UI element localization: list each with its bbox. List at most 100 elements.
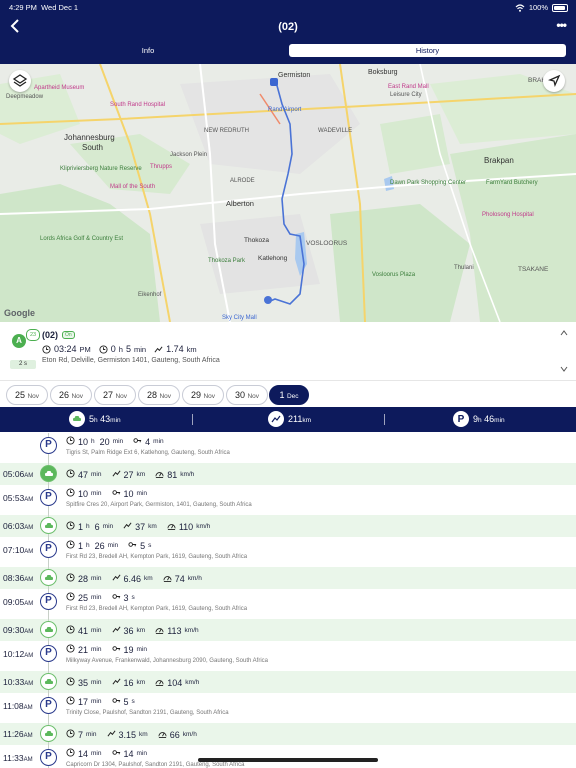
entry-idle-value: 4 — [145, 436, 151, 447]
entry-duration-unit: min — [91, 679, 102, 686]
entry-speed: 66 km/h — [158, 729, 197, 740]
date-chip[interactable]: 30 Nov — [226, 385, 268, 405]
parking-icon: P — [40, 749, 57, 766]
entry-start-time: 05:06AM — [3, 469, 33, 479]
entry-distance-value: 3.15 — [118, 729, 137, 740]
car-icon — [40, 725, 57, 742]
vehicle-distance-unit: km — [186, 344, 197, 354]
map-label: Thulani — [454, 265, 474, 271]
tab-info[interactable]: Info — [10, 44, 286, 57]
map-label: Johannesburg — [64, 133, 115, 142]
chevron-up-icon[interactable] — [560, 330, 568, 336]
entry-duration-unit: min — [91, 646, 102, 653]
entry-start-time: 09:30AM — [3, 625, 33, 635]
map-canvas[interactable]: Germiston Boksburg BRAKPAN Johannesburg … — [0, 64, 576, 322]
vehicle-count-badge: 23 — [26, 329, 40, 341]
date-month: Nov — [159, 393, 172, 400]
park-entry-row[interactable]: 11:33AM P 14 min 14 min Capricorn Dr 1304, Pau… — [0, 745, 576, 768]
entry-start-time: 10:33AM — [3, 677, 33, 687]
summary-divider — [384, 414, 385, 425]
vehicle-duration-h-unit: h — [118, 344, 123, 354]
park-entry-row[interactable]: 10:12AM P 21 min 19 min Milkyway Avenue, Frank… — [0, 641, 576, 671]
map-label: Rand Airport — [268, 107, 302, 113]
status-right: 100% — [515, 3, 568, 12]
speedometer-icon — [155, 677, 164, 688]
key-icon — [111, 488, 121, 499]
map-view[interactable]: Germiston Boksburg BRAKPAN Johannesburg … — [0, 64, 576, 322]
map-label: TSAKANE — [518, 266, 549, 273]
status-time: 4:29 PM — [9, 3, 37, 12]
more-options-button[interactable]: ••• — [556, 18, 567, 32]
map-layers-button[interactable] — [9, 70, 31, 92]
drive-entry-row[interactable]: 11:26AM 7 min 3.15 km 66 km/h — [0, 723, 576, 745]
map-label: Thrupps — [150, 164, 172, 170]
clock-icon — [66, 521, 75, 532]
date-chip[interactable]: 25 Nov — [6, 385, 48, 405]
date-chip[interactable]: 1 Dec — [269, 385, 309, 405]
chevron-down-icon[interactable] — [560, 366, 568, 372]
park-entry-row[interactable]: 07:10AM P 1 h 26 min 5 s First Rd 23, Bredell AH… — [0, 537, 576, 567]
entry-distance-value: 6.46 — [123, 573, 142, 584]
date-month: Nov — [203, 393, 216, 400]
entry-idle-value: 19 — [123, 644, 134, 655]
drive-entry-row[interactable]: 09:30AM 41 min 36 km 113 km/h — [0, 619, 576, 641]
clock-icon — [66, 625, 75, 636]
entry-duration: 14 min — [66, 748, 102, 759]
map-label: Mall of the South — [110, 184, 155, 190]
entry-speed-value: 113 — [167, 625, 182, 636]
map-locate-button[interactable] — [543, 70, 565, 92]
summary-park-m: 46 — [484, 414, 495, 424]
entry-time: 08:36 — [3, 573, 25, 583]
entry-duration-value: 28 — [78, 573, 89, 584]
drive-entry-row[interactable]: 08:36AM 28 min 6.46 km 74 km/h — [0, 567, 576, 589]
summary-park-time: P 9h 46min — [453, 411, 505, 427]
layers-icon — [12, 74, 28, 87]
entry-speed-unit: km/h — [196, 523, 211, 530]
drive-entry-row[interactable]: 05:06AM 47 min 27 km 81 km/h — [0, 463, 576, 485]
entry-distance: 27 km — [112, 469, 145, 480]
distance-icon — [112, 625, 121, 636]
clock-icon — [66, 436, 75, 447]
date-chip[interactable]: 28 Nov — [138, 385, 180, 405]
entry-speed-value: 110 — [178, 521, 194, 532]
distance-icon — [123, 521, 132, 532]
drive-entry-row[interactable]: 06:03AM 1 h 6 min 37 km 110 km/h — [0, 515, 576, 537]
tab-history[interactable]: History — [289, 44, 566, 57]
map-label: Boksburg — [368, 69, 398, 76]
clock-icon — [66, 488, 75, 499]
entry-stats: 41 min 36 km 113 km/h — [66, 625, 199, 636]
park-entry-row[interactable]: P 10 h 20 min 4 min Tigris St, Palm Ridge Ext 6… — [0, 433, 576, 463]
google-logo: Google — [4, 308, 35, 318]
speedometer-icon — [167, 521, 176, 532]
summary-park-h-unit: h — [478, 417, 482, 424]
key-icon — [111, 592, 121, 603]
map-label: Lords Africa Golf & Country Est — [40, 236, 123, 242]
history-list[interactable]: P 10 h 20 min 4 min Tigris St, Palm Ridge Ext 6… — [0, 433, 576, 768]
parking-icon: P — [40, 437, 57, 454]
clock-icon — [66, 573, 75, 584]
date-chip[interactable]: 29 Nov — [182, 385, 224, 405]
park-entry-row[interactable]: 09:05AM P 25 min 3 s First Rd 23, Bredell AH, … — [0, 589, 576, 619]
date-chip[interactable]: 27 Nov — [94, 385, 136, 405]
entry-duration: 1 h 26 min — [66, 540, 118, 551]
entry-time: 06:03 — [3, 521, 25, 531]
map-label: Apartheid Museum — [34, 85, 84, 91]
distance-icon — [107, 729, 116, 740]
speedometer-icon — [163, 573, 172, 584]
entry-duration-value: 17 — [78, 696, 89, 707]
summary-drive-time: 5h 43min — [69, 411, 121, 427]
car-icon — [40, 621, 57, 638]
entry-time-suffix: AM — [24, 653, 34, 659]
vehicle-summary-card[interactable]: A 23 (02) On 03:24 PM 0h 5 min 1.74 km Eton… — [0, 322, 576, 381]
entry-distance-value: 37 — [135, 521, 146, 532]
drive-entry-row[interactable]: 10:33AM 35 min 16 km 104 km/h — [0, 671, 576, 693]
distance-icon — [112, 677, 121, 688]
entry-speed-value: 104 — [167, 677, 183, 688]
entry-start-time: 07:10AM — [3, 545, 33, 555]
status-bar: 4:29 PM Wed Dec 1 100% — [0, 0, 576, 14]
date-chip[interactable]: 26 Nov — [50, 385, 92, 405]
park-entry-row[interactable]: 05:53AM P 10 min 10 min Spitfire Cres 20, Airp… — [0, 485, 576, 515]
park-entry-row[interactable]: 11:08AM P 17 min 5 s Trinity Close, Paulshof, … — [0, 693, 576, 723]
map-label: Eikenhof — [138, 292, 162, 298]
entry-duration: 17 min — [66, 696, 102, 707]
